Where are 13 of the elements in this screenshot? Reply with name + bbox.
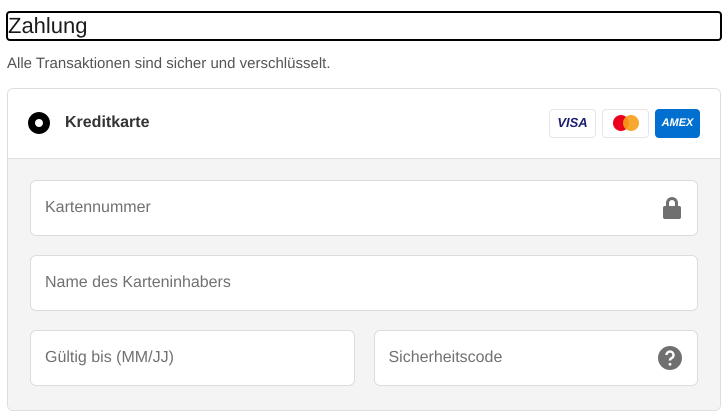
help-icon[interactable] [658,346,682,370]
page-heading: Zahlung [6,11,722,41]
input-field[interactable]: Gültig bis (MM/JJ) [30,330,354,386]
lock-icon [662,196,682,219]
input-field[interactable]: Sicherheitscode [374,330,698,386]
amex-logo: AMEX [655,108,700,138]
subtitle: Alle Transaktionen sind sicher und verschlüsselt. [7,54,332,74]
mastercard-logo [602,108,649,138]
input-field[interactable]: Kartennummer [30,180,698,236]
payment-method-label: Kreditkarte [65,113,150,133]
visa-logo: VISA [549,108,596,138]
radio-button[interactable] [28,112,50,134]
input-field[interactable]: Name des Karteninhabers [30,254,698,310]
